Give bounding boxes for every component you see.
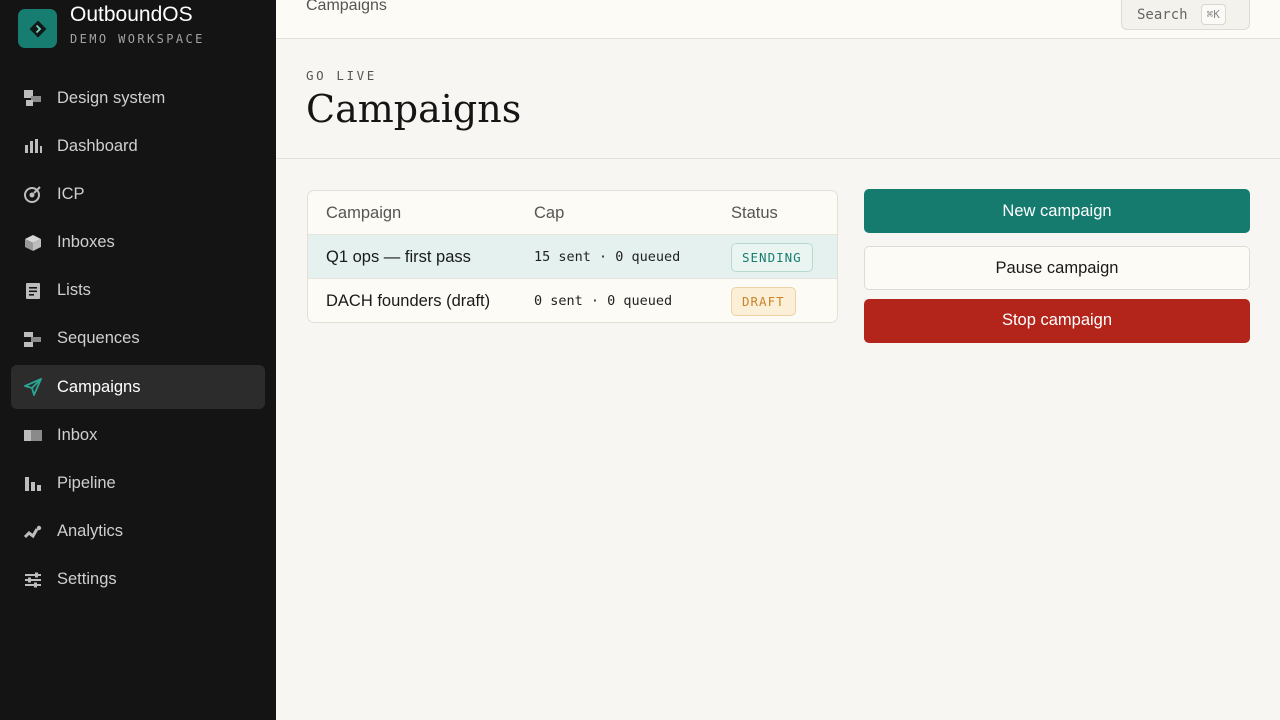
search-button[interactable]: Search ⌘K xyxy=(1121,0,1250,30)
sidebar-item-label: Inboxes xyxy=(57,233,115,252)
sidebar-nav: Design system Dashboard ICP Inboxes List… xyxy=(11,76,265,606)
sidebar-item-label: Inbox xyxy=(57,425,98,444)
table-row[interactable]: DACH founders (draft) 0 sent · 0 queued … xyxy=(308,279,837,322)
sidebar: OutboundOS DEMO WORKSPACE Design system … xyxy=(0,0,276,720)
document-list-icon xyxy=(23,281,43,301)
column-header-status[interactable]: Status xyxy=(731,191,778,235)
design-system-icon xyxy=(23,88,43,108)
campaign-name: DACH founders (draft) xyxy=(326,291,491,310)
sidebar-item-label: Settings xyxy=(57,570,117,589)
sidebar-item-design-system[interactable]: Design system xyxy=(11,76,265,120)
search-label: Search xyxy=(1137,6,1188,23)
sidebar-item-lists[interactable]: Lists xyxy=(11,269,265,313)
sidebar-item-inbox[interactable]: Inbox xyxy=(11,413,265,457)
sidebar-item-sequences[interactable]: Sequences xyxy=(11,317,265,361)
campaign-name: Q1 ops — first pass xyxy=(326,247,471,266)
page-eyebrow: GO LIVE xyxy=(306,68,377,83)
analytics-icon xyxy=(23,522,43,542)
sidebar-item-label: Design system xyxy=(57,88,166,107)
sidebar-item-label: Pipeline xyxy=(57,474,116,492)
sidebar-item-label: Dashboard xyxy=(57,136,138,155)
brand[interactable]: OutboundOS DEMO WORKSPACE xyxy=(18,0,205,48)
pipeline-icon xyxy=(23,474,43,494)
sliders-icon xyxy=(23,570,43,590)
sidebar-item-label: Campaigns xyxy=(57,377,141,396)
inbox-icon xyxy=(23,425,43,445)
campaign-cap: 15 sent · 0 queued xyxy=(534,249,681,265)
sidebar-item-dashboard[interactable]: Dashboard xyxy=(11,124,265,168)
workspace-name: DEMO WORKSPACE xyxy=(70,32,205,46)
bar-chart-icon xyxy=(23,136,43,156)
campaign-actions: New campaign Pause campaign Stop campaig… xyxy=(864,189,1250,343)
status-badge: SENDING xyxy=(731,242,813,272)
sidebar-item-label: ICP xyxy=(57,184,85,203)
box-icon xyxy=(23,233,43,253)
sidebar-item-analytics[interactable]: Analytics xyxy=(11,510,265,554)
sidebar-item-inboxes[interactable]: Inboxes xyxy=(11,221,265,265)
page-header: GO LIVE Campaigns xyxy=(276,39,1280,159)
sidebar-item-label: Sequences xyxy=(57,329,140,348)
table-header: Campaign Cap Status xyxy=(308,191,837,235)
sidebar-item-label: Analytics xyxy=(57,522,124,541)
sidebar-item-label: Lists xyxy=(57,281,91,300)
sidebar-item-campaigns[interactable]: Campaigns xyxy=(11,365,265,410)
logo-icon xyxy=(18,9,57,48)
new-campaign-button[interactable]: New campaign xyxy=(864,189,1250,233)
topbar: Campaigns Search ⌘K xyxy=(276,0,1280,39)
status-cell: SENDING xyxy=(731,235,813,279)
stop-campaign-button[interactable]: Stop campaign xyxy=(864,298,1250,343)
breadcrumb[interactable]: Campaigns xyxy=(306,0,387,15)
brand-name: OutboundOS xyxy=(70,3,193,26)
page-title: Campaigns xyxy=(306,87,522,131)
target-icon xyxy=(23,184,43,204)
pause-campaign-button[interactable]: Pause campaign xyxy=(864,246,1250,290)
campaigns-table: Campaign Cap Status Q1 ops — first pass … xyxy=(307,190,838,323)
status-badge: DRAFT xyxy=(731,286,796,316)
keyboard-shortcut-badge: ⌘K xyxy=(1200,4,1226,25)
sidebar-item-pipeline[interactable]: Pipeline xyxy=(11,462,265,506)
column-header-campaign[interactable]: Campaign xyxy=(326,191,401,235)
status-cell: DRAFT xyxy=(731,279,796,322)
campaign-cap: 0 sent · 0 queued xyxy=(534,293,673,309)
sidebar-item-icp[interactable]: ICP xyxy=(11,172,265,216)
column-header-cap[interactable]: Cap xyxy=(534,191,564,235)
sidebar-item-settings[interactable]: Settings xyxy=(11,558,265,602)
send-icon xyxy=(23,377,43,397)
main-content: Campaigns Search ⌘K GO LIVE Campaigns Ca… xyxy=(276,0,1280,720)
sequence-icon xyxy=(23,329,43,349)
table-row[interactable]: Q1 ops — first pass 15 sent · 0 queued S… xyxy=(308,235,837,279)
